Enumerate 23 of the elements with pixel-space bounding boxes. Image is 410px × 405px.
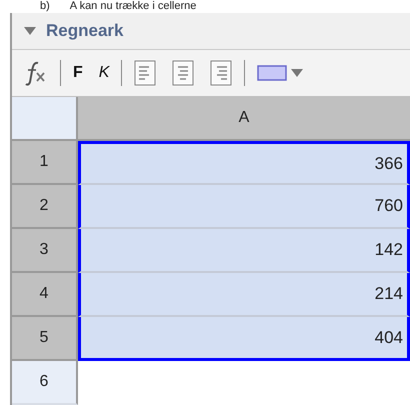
- align-right-icon: [210, 60, 232, 86]
- dropdown-caret-icon: [291, 69, 304, 77]
- table-cell[interactable]: 142: [78, 229, 410, 273]
- row-header[interactable]: 2: [12, 185, 78, 229]
- question-label: b): [40, 0, 50, 13]
- italic-button[interactable]: K: [94, 58, 114, 88]
- corner-cell[interactable]: [12, 97, 78, 141]
- align-center-icon: [172, 60, 194, 86]
- instruction-text: A kan nu trække i cellerne: [70, 0, 196, 13]
- row-header[interactable]: 4: [12, 273, 78, 317]
- column-header[interactable]: A: [78, 97, 410, 141]
- row-header[interactable]: 6: [12, 361, 78, 405]
- align-left-icon: [134, 60, 156, 86]
- panel-title: Regneark: [46, 21, 124, 41]
- table-cell[interactable]: 366: [78, 141, 410, 185]
- collapse-caret-icon[interactable]: [24, 27, 36, 35]
- table-cell[interactable]: 404: [78, 317, 410, 361]
- row-header[interactable]: 5: [12, 317, 78, 361]
- table-cell[interactable]: 760: [78, 185, 410, 229]
- bold-button[interactable]: F: [69, 58, 87, 88]
- row-header[interactable]: 1: [12, 141, 78, 185]
- table-cell[interactable]: 214: [78, 273, 410, 317]
- row-header[interactable]: 3: [12, 229, 78, 273]
